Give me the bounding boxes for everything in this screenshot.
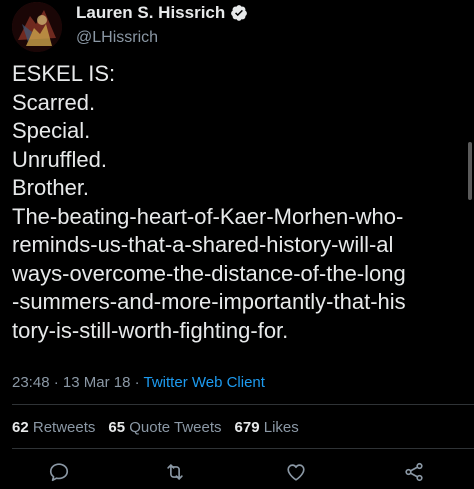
handle[interactable]: @LHissrich	[76, 27, 248, 49]
tweet-line: ways-overcome-the-distance-of-the-long	[12, 260, 406, 286]
divider	[12, 448, 474, 449]
display-name-row: Lauren S. Hissrich	[76, 2, 248, 24]
tweet-line: The-beating-heart-of-Kaer-Morhen-who-	[12, 203, 404, 229]
likes-label: Likes	[263, 419, 299, 436]
tweet-line: Special.	[12, 118, 91, 143]
likes-count: 679	[234, 419, 260, 436]
tweet-line: tory-is-still-worth-fighting-for.	[12, 317, 289, 343]
retweets-count: 62	[12, 419, 29, 436]
avatar[interactable]	[12, 2, 62, 52]
tweet-header: Lauren S. Hissrich @LHissrich	[12, 2, 248, 52]
retweet-icon	[167, 464, 183, 480]
retweets-stat[interactable]: 62 Retweets	[12, 419, 95, 436]
tweet-line: ESKEL IS:	[12, 61, 116, 86]
tweet-line: Brother.	[12, 175, 90, 200]
display-name[interactable]: Lauren S. Hissrich	[76, 2, 225, 24]
tweet-line: Scarred.	[12, 89, 96, 115]
share-icon	[405, 462, 423, 482]
retweets-label: Retweets	[32, 419, 96, 436]
tweet: Lauren S. Hissrich @LHissrich ESKEL IS: …	[0, 0, 474, 489]
verified-badge-icon	[230, 4, 248, 22]
like-button[interactable]	[283, 459, 309, 485]
like-icon	[287, 464, 305, 481]
meta-separator: ·	[53, 374, 59, 391]
scrollbar[interactable]	[468, 142, 472, 200]
tweet-line: reminds-us-that-a-shared-history-will-al	[12, 232, 394, 257]
tweet-actions	[0, 459, 474, 485]
tweet-client-link[interactable]: Twitter Web Client	[144, 374, 265, 391]
quotes-count: 65	[108, 419, 126, 436]
reply-icon	[49, 463, 69, 482]
tweet-text: ESKEL IS: Scarred. Special. Unruffled. B…	[12, 60, 464, 345]
tweet-line: -summers-and-more-importantly-that-his	[12, 289, 406, 314]
quotes-stat[interactable]: 65 Quote Tweets	[108, 419, 221, 436]
divider	[12, 404, 474, 405]
author-names: Lauren S. Hissrich @LHissrich	[76, 2, 248, 49]
share-button[interactable]	[401, 459, 427, 485]
tweet-line: Unruffled.	[12, 146, 107, 172]
likes-stat[interactable]: 679 Likes	[235, 419, 299, 436]
retweet-button[interactable]	[162, 459, 188, 485]
meta-separator: ·	[134, 374, 140, 391]
reply-button[interactable]	[46, 459, 72, 485]
tweet-meta: 23:48 · 13 Mar 18 · Twitter Web Client	[12, 374, 265, 391]
tweet-stats: 62 Retweets 65 Quote Tweets 679 Likes	[12, 419, 299, 436]
quotes-label: Quote Tweets	[129, 419, 222, 436]
tweet-time[interactable]: 23:48	[12, 374, 50, 391]
tweet-date[interactable]: 13 Mar 18	[63, 374, 131, 391]
